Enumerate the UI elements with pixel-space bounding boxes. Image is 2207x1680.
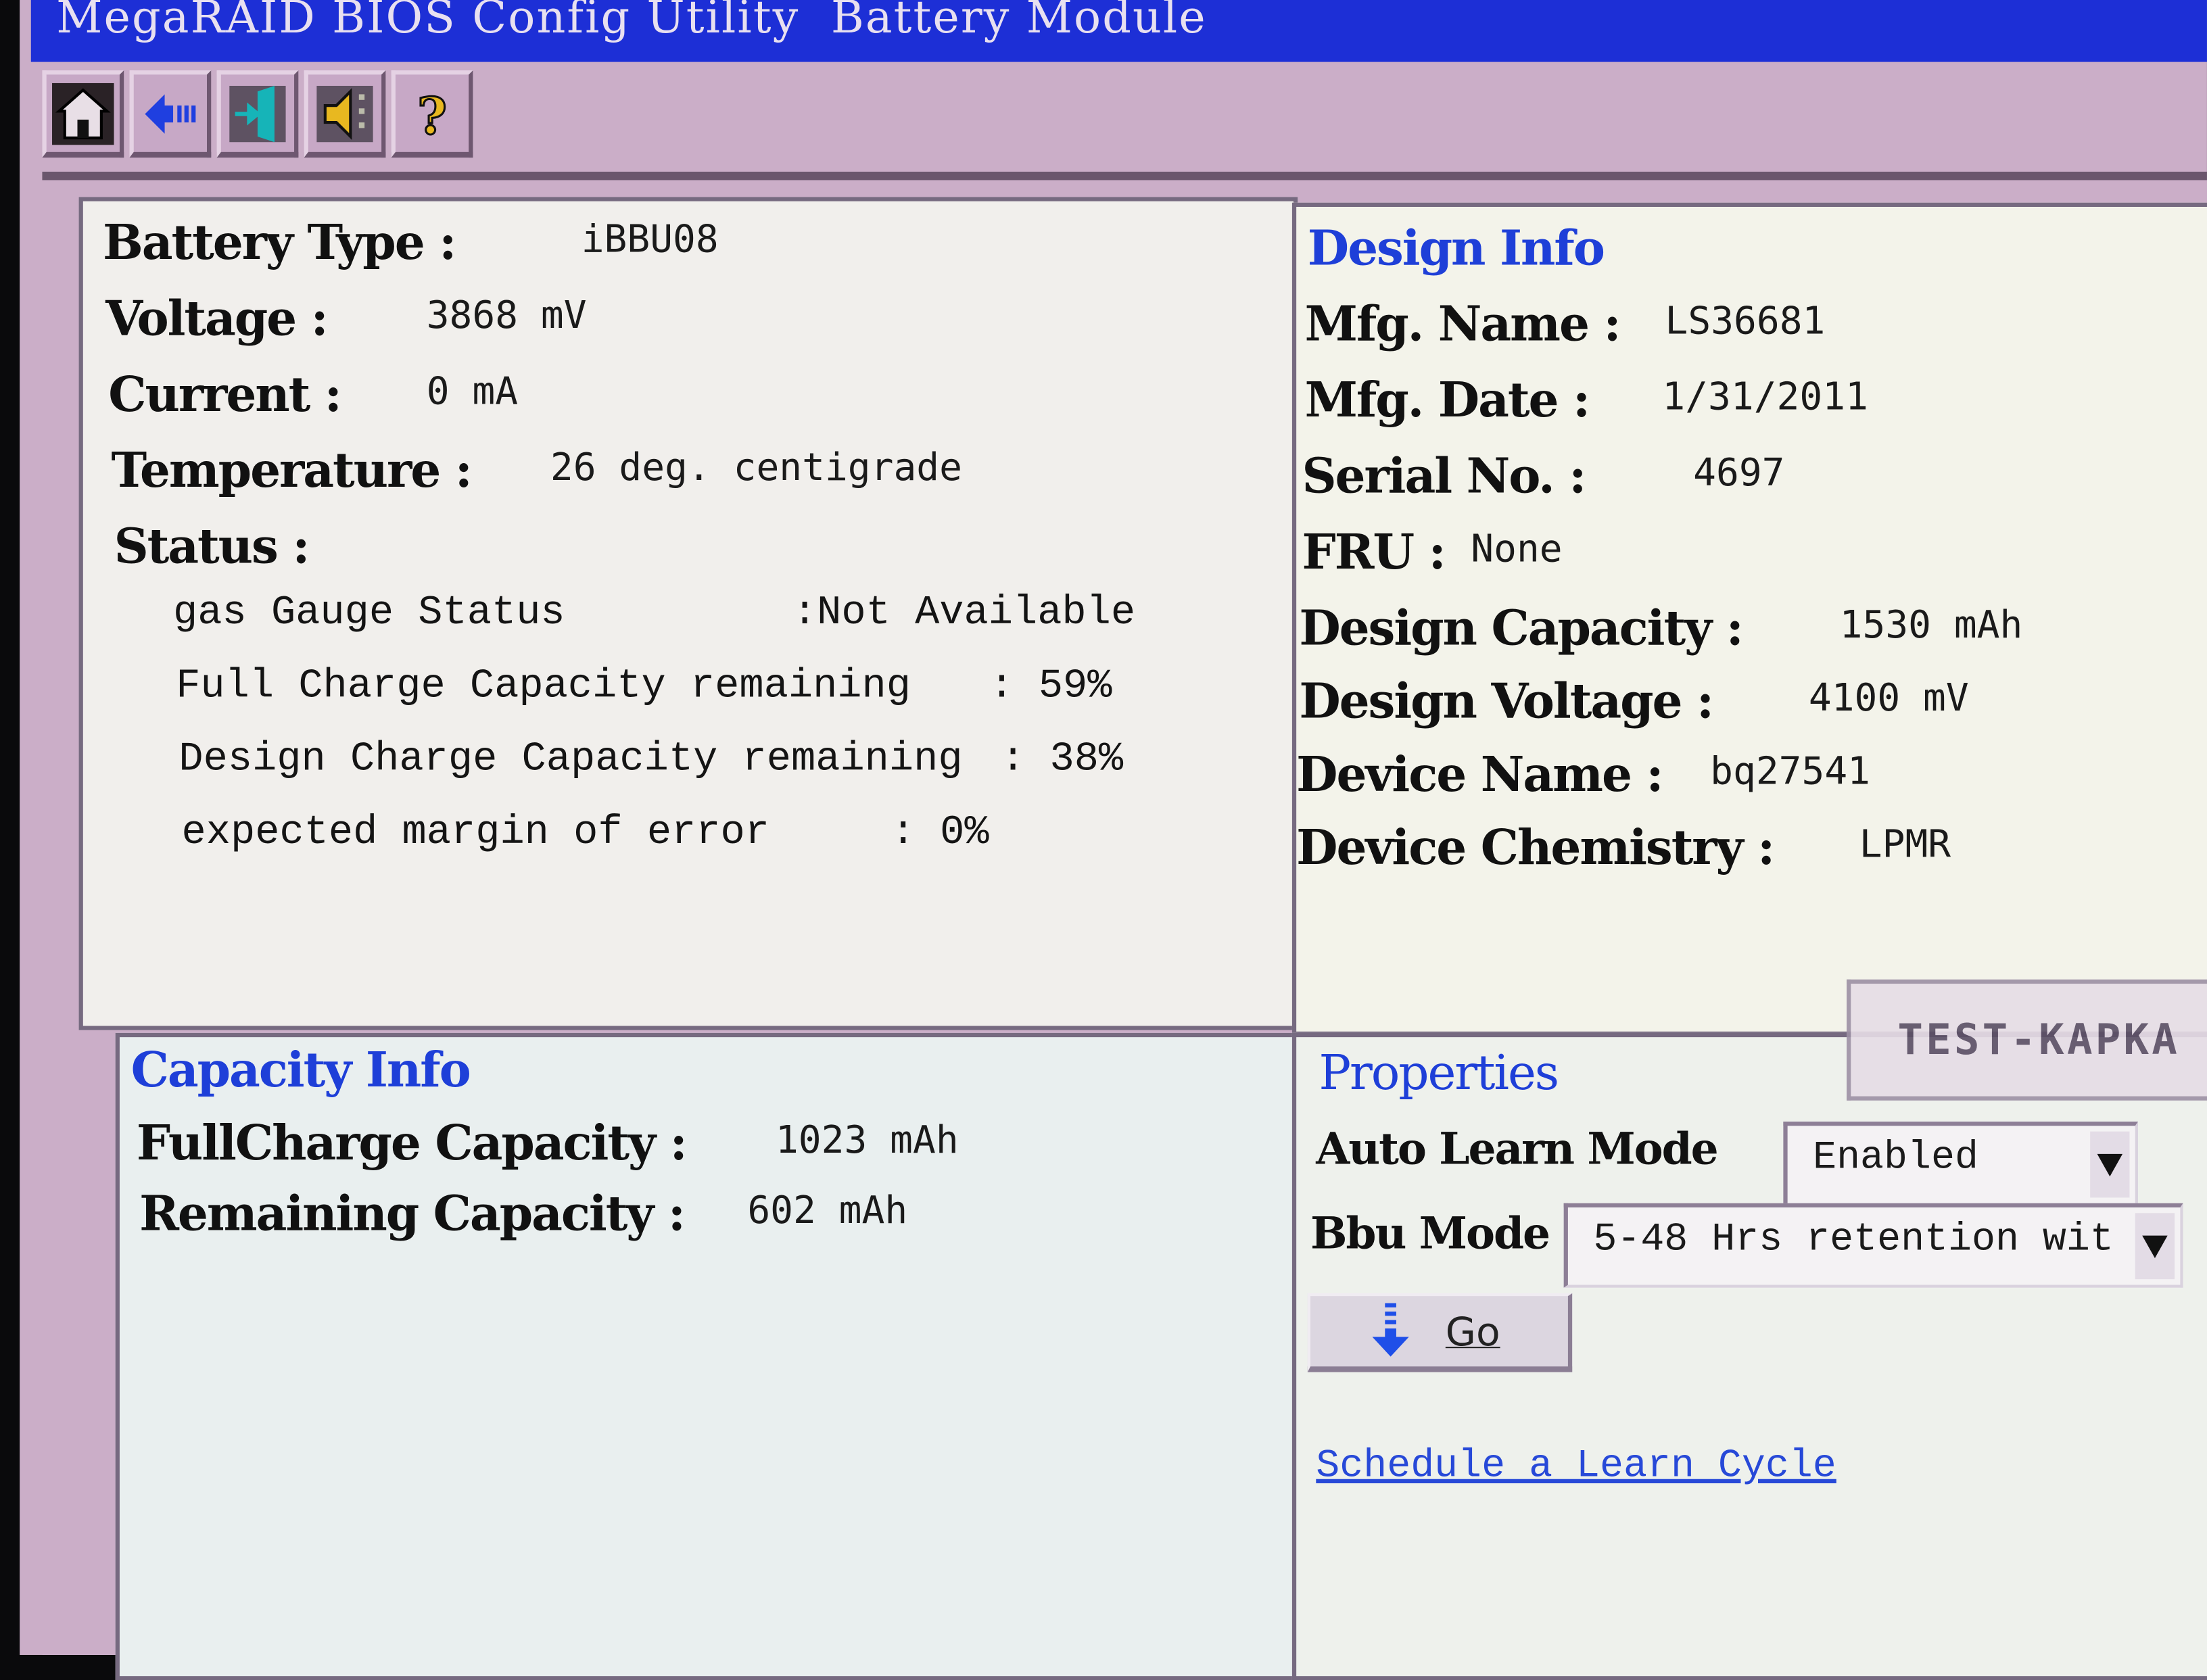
svg-text:?: ?: [417, 86, 447, 145]
current-value: 0 mA: [426, 370, 519, 414]
design-info-heading: Design Info: [1307, 220, 1605, 278]
home-button[interactable]: [42, 70, 124, 158]
mfg-date-label: Mfg. Date :: [1304, 373, 1590, 429]
bbu-mode-value: 5-48 Hrs retention wit: [1593, 1218, 2114, 1263]
toolbar: ?: [42, 70, 473, 160]
status-label: Status :: [114, 519, 310, 576]
status-item-label: expected margin of error: [181, 809, 769, 856]
battery-status-panel: Battery Type : iBBU08 Voltage : 3868 mV …: [78, 197, 1298, 1030]
current-label: Current :: [108, 367, 342, 424]
properties-panel: Properties Auto Learn Mode Enabled Bbu M…: [1291, 1032, 2207, 1680]
exit-door-icon: [229, 85, 286, 142]
design-info-panel: Design Info Mfg. Name : LS36681 Mfg. Dat…: [1291, 202, 2207, 1036]
design-voltage-label: Design Voltage :: [1299, 674, 1714, 731]
status-item-value: :Not Available: [792, 590, 1136, 636]
properties-heading: Properties: [1319, 1045, 1559, 1102]
serial-no-label: Serial No. :: [1302, 449, 1586, 506]
temperature-label: Temperature :: [111, 443, 472, 500]
back-arrow-icon: [145, 93, 196, 133]
status-item-label: Full Charge Capacity remaining: [176, 663, 911, 710]
window-title: MegaRAID BIOS Config Utility Battery Mod…: [30, 0, 2207, 62]
status-item: Design Charge Capacity remaining : 38%: [179, 736, 1123, 783]
exit-button[interactable]: [216, 70, 299, 158]
status-item-label: Design Charge Capacity remaining: [179, 736, 963, 783]
status-item-value: : 0%: [891, 809, 989, 856]
battery-type-label: Battery Type :: [102, 215, 456, 272]
main-frame: Battery Type : iBBU08 Voltage : 3868 mV …: [42, 171, 2207, 1680]
capacity-info-panel: Capacity Info FullCharge Capacity : 1023…: [115, 1032, 1298, 1680]
help-button[interactable]: ?: [391, 70, 473, 158]
battery-type-value: iBBU08: [581, 218, 719, 262]
status-item-value: : 59%: [989, 663, 1112, 710]
device-name-value: bq27541: [1710, 750, 1871, 794]
help-question-icon: ?: [417, 85, 448, 145]
serial-no-value: 4697: [1693, 452, 1785, 496]
capacity-info-heading: Capacity Info: [130, 1042, 471, 1099]
bios-screen: MegaRAID BIOS Config Utility Battery Mod…: [20, 0, 2207, 1680]
status-item-label: gas Gauge Status: [173, 590, 565, 636]
device-chemistry-label: Device Chemistry :: [1296, 820, 1775, 877]
fru-label: FRU :: [1302, 525, 1446, 581]
remaining-capacity-value: 602 mAh: [747, 1189, 908, 1233]
fru-value: None: [1471, 527, 1563, 572]
status-item: expected margin of error : 0%: [181, 809, 989, 856]
speaker-icon: [316, 85, 373, 142]
schedule-learn-cycle-link[interactable]: Schedule a Learn Cycle: [1316, 1445, 1836, 1489]
status-item: gas Gauge Status :Not Available: [173, 590, 1135, 636]
bbu-mode-label: Bbu Mode: [1310, 1209, 1550, 1260]
remaining-capacity-label: Remaining Capacity :: [139, 1186, 686, 1243]
design-capacity-value: 1530 mAh: [1839, 604, 2023, 648]
download-arrow-icon: [1372, 1303, 1409, 1357]
full-charge-capacity-label: FullCharge Capacity :: [136, 1115, 688, 1172]
mfg-name-value: LS36681: [1665, 299, 1826, 343]
temperature-value: 26 deg. centigrade: [550, 446, 963, 490]
auto-learn-mode-select[interactable]: Enabled: [1783, 1122, 2138, 1206]
design-voltage-value: 4100 mV: [1808, 677, 1969, 721]
status-item-value: : 38%: [1001, 736, 1124, 783]
full-charge-capacity-value: 1023 mAh: [775, 1118, 959, 1163]
mfg-name-label: Mfg. Name :: [1304, 297, 1621, 354]
chevron-down-icon[interactable]: [2090, 1131, 2130, 1198]
status-item: Full Charge Capacity remaining : 59%: [176, 663, 1112, 710]
auto-learn-mode-label: Auto Learn Mode: [1316, 1124, 1718, 1176]
test-watermark: TEST-KAPKA: [1847, 979, 2207, 1101]
design-capacity-label: Design Capacity :: [1299, 600, 1744, 658]
chevron-down-icon[interactable]: [2135, 1213, 2175, 1280]
device-name-label: Device Name :: [1296, 747, 1663, 804]
alarm-button[interactable]: [304, 70, 386, 158]
go-button[interactable]: Go: [1307, 1293, 1573, 1372]
back-button[interactable]: [129, 70, 212, 158]
go-label: Go: [1445, 1307, 1500, 1355]
voltage-value: 3868 mV: [426, 294, 587, 338]
bbu-mode-select[interactable]: 5-48 Hrs retention wit: [1563, 1203, 2183, 1288]
device-chemistry-value: LPMR: [1859, 823, 1951, 867]
mfg-date-value: 1/31/2011: [1662, 375, 1868, 420]
home-icon: [52, 82, 114, 145]
voltage-label: Voltage :: [105, 291, 329, 348]
auto-learn-mode-value: Enabled: [1813, 1136, 1978, 1181]
